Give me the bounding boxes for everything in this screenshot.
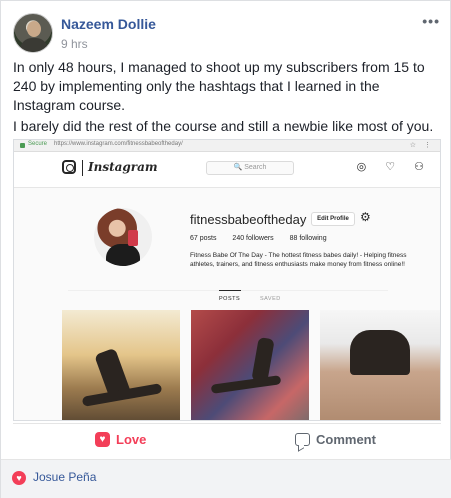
comment-button[interactable]: Comment xyxy=(295,432,376,447)
browser-address-bar: Secure https://www.instagram.com/fitness… xyxy=(14,140,440,152)
facebook-post: Nazeem Dollie 9 hrs ••• In only 48 hours… xyxy=(0,0,451,498)
secure-label: Secure xyxy=(28,141,48,147)
profile-bio: Fitness Babe Of The Day - The hottest fi… xyxy=(190,252,407,268)
author-avatar[interactable] xyxy=(13,13,53,53)
profile-picture xyxy=(94,208,152,266)
profile-picture-figure xyxy=(106,244,140,266)
reactor-name[interactable]: Josue Peña xyxy=(33,470,96,484)
followers-count: 240 followers xyxy=(232,235,274,242)
love-reaction-icon: ♥ xyxy=(12,471,26,485)
tab-saved: SAVED xyxy=(260,296,281,302)
post-text-paragraph-1: In only 48 hours, I managed to shoot up … xyxy=(13,59,425,113)
attached-screenshot[interactable]: Secure https://www.instagram.com/fitness… xyxy=(13,139,441,421)
heart-icon: ♥ xyxy=(95,432,110,447)
grid-photo-3 xyxy=(320,310,440,420)
header-divider xyxy=(82,160,83,176)
photo-3-top xyxy=(350,330,410,375)
post-actions-bar: ♥ Love Comment xyxy=(13,423,441,453)
instagram-logo: Instagram xyxy=(88,160,158,174)
following-count: 88 following xyxy=(289,235,327,242)
love-label: Love xyxy=(116,432,147,447)
post-text-paragraph-2: I barely did the rest of the course and … xyxy=(13,118,434,134)
tab-posts: POSTS xyxy=(219,296,241,302)
photo-2-legs xyxy=(210,375,282,394)
love-button[interactable]: ♥ Love xyxy=(95,432,146,447)
reactions-bar: ♥ Josue Peña xyxy=(1,459,451,498)
grid-photo-1 xyxy=(62,310,180,420)
comment-icon xyxy=(295,433,310,446)
instagram-header: Instagram 🔍 Search ◎ ♡ ⚇ xyxy=(14,152,440,188)
instagram-nav-icons: ◎ ♡ ⚇ xyxy=(356,161,432,173)
avatar-body xyxy=(20,38,48,52)
browser-url: https://www.instagram.com/fitnessbabeoft… xyxy=(54,141,183,147)
gear-icon: ⚙ xyxy=(360,210,371,224)
comment-label: Comment xyxy=(316,432,376,447)
avatar-face xyxy=(27,21,41,37)
profile-stats: 67 posts 240 followers 88 following xyxy=(190,235,341,242)
active-tab-indicator xyxy=(219,290,241,291)
edit-profile-button: Edit Profile xyxy=(311,212,355,226)
post-timestamp[interactable]: 9 hrs xyxy=(61,37,88,51)
profile-username: fitnessbabeoftheday xyxy=(190,212,307,227)
posts-count: 67 posts xyxy=(190,235,217,242)
profile-picture-cup xyxy=(128,230,138,246)
grid-photo-2 xyxy=(191,310,309,420)
author-name[interactable]: Nazeem Dollie xyxy=(61,16,156,32)
lock-icon xyxy=(20,143,25,148)
browser-toolbar-icons: ☆ ⋮ xyxy=(409,142,434,149)
instagram-camera-icon xyxy=(62,160,76,174)
instagram-search-box: 🔍 Search xyxy=(206,161,294,175)
more-options-icon[interactable]: ••• xyxy=(422,13,440,29)
